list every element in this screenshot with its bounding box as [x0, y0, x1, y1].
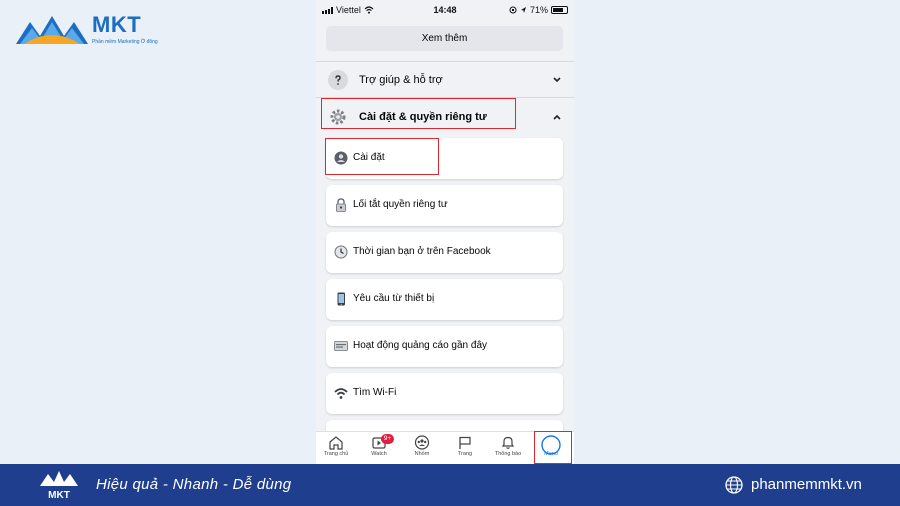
menu-item-settings[interactable]: Cài đặt	[326, 138, 563, 179]
status-bar: Viettel 14:48 71%	[316, 0, 574, 20]
mkt-logo-icon	[16, 16, 88, 44]
clock-icon	[334, 245, 348, 259]
question-icon	[328, 70, 348, 90]
battery-percent: 71%	[529, 5, 548, 15]
brand-logo: MKT Phần mềm Marketing Ở đông	[14, 10, 164, 50]
menu-item-label: Thời gian bạn ở trên Facebook	[353, 246, 491, 257]
menu-item-label: Tìm Wi-Fi	[353, 387, 397, 398]
location-icon	[520, 7, 526, 13]
status-right: 71%	[509, 5, 568, 15]
menu-item-find-wifi[interactable]: Tìm Wi-Fi	[326, 373, 563, 414]
help-support-row[interactable]: Trợ giúp & hỗ trợ	[316, 63, 574, 97]
tab-home[interactable]: Trang chủ	[316, 435, 356, 464]
battery-icon	[551, 6, 568, 14]
tab-menu[interactable]: Menu	[531, 435, 571, 464]
bottom-tab-bar: Trang chủ 9+ Watch Nhóm Trang Thông báo …	[316, 431, 574, 464]
tab-label: Nhóm	[414, 451, 430, 457]
tab-label: Trang	[457, 451, 473, 457]
tab-watch[interactable]: 9+ Watch	[359, 434, 399, 464]
menu-item-label: Cài đặt	[353, 152, 385, 163]
wifi-icon	[334, 388, 348, 399]
gear-icon	[328, 107, 348, 127]
footer-slogan: Hiệu quả - Nhanh - Dễ dùng	[96, 476, 292, 493]
menu-item-label: Yêu cầu từ thiết bị	[353, 293, 435, 304]
tab-groups[interactable]: Nhóm	[402, 435, 442, 464]
settings-privacy-row[interactable]: Cài đặt & quyền riêng tư	[316, 100, 574, 134]
chevron-down-icon	[553, 77, 561, 83]
divider	[316, 97, 574, 98]
flag-icon	[459, 436, 471, 449]
menu-item-recent-ad-activity[interactable]: Hoạt động quảng cáo gần đây	[326, 326, 563, 367]
globe-icon	[725, 476, 743, 494]
tab-pages[interactable]: Trang	[445, 435, 485, 464]
tab-notifications[interactable]: Thông báo	[488, 435, 528, 464]
brand-tagline: Phần mềm Marketing Ở đông	[92, 39, 158, 45]
menu-item-label: Hoạt động quảng cáo gần đây	[353, 340, 487, 351]
footer-banner: MKT Hiệu quả - Nhanh - Dễ dùng phanmemmk…	[0, 464, 900, 506]
bell-icon	[501, 436, 515, 449]
footer-website[interactable]: phanmemmkt.vn	[751, 476, 862, 493]
lock-icon	[336, 198, 346, 212]
tab-label: Thông báo	[494, 451, 522, 457]
tab-label: Menu	[544, 451, 558, 457]
menu-item-privacy-shortcuts[interactable]: Lối tắt quyền riêng tư	[326, 185, 563, 226]
tab-label: Watch	[371, 451, 387, 457]
help-support-label: Trợ giúp & hỗ trợ	[359, 74, 443, 86]
chevron-up-icon	[553, 114, 561, 120]
ad-icon	[334, 341, 348, 351]
orientation-lock-icon	[509, 6, 517, 14]
svg-text:MKT: MKT	[48, 490, 70, 501]
divider	[316, 61, 574, 62]
menu-item-time-on-facebook[interactable]: Thời gian bạn ở trên Facebook	[326, 232, 563, 273]
groups-icon	[414, 435, 430, 450]
brand-name: MKT	[92, 12, 142, 37]
see-more-button[interactable]: Xem thêm	[326, 26, 563, 51]
menu-item-device-requests[interactable]: Yêu cầu từ thiết bị	[326, 279, 563, 320]
tab-label: Trang chủ	[323, 451, 349, 457]
notification-badge: 9+	[381, 434, 394, 444]
phone-screen: Viettel 14:48 71% Xem thêm Trợ giúp & hỗ…	[316, 0, 574, 464]
menu-item-label: Lối tắt quyền riêng tư	[353, 199, 448, 210]
mkt-footer-logo-icon: MKT	[40, 471, 78, 501]
phone-icon	[337, 292, 345, 306]
home-icon	[329, 436, 343, 450]
settings-privacy-label: Cài đặt & quyền riêng tư	[359, 111, 487, 123]
profile-settings-icon	[334, 151, 348, 165]
